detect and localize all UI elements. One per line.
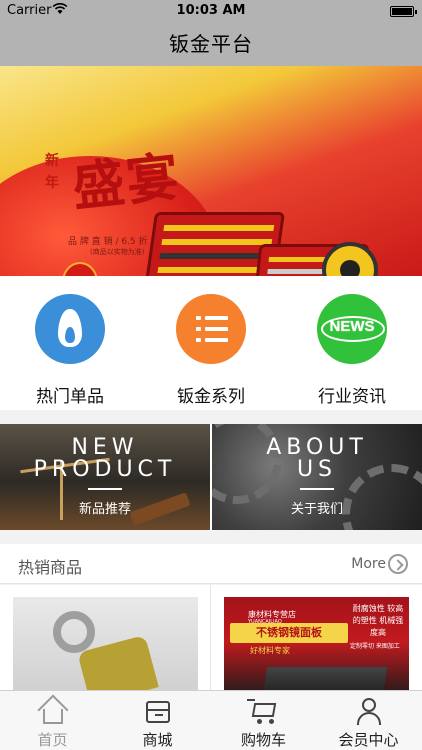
product-features: 耐腐蚀性 较高的塑性 机械强度高 xyxy=(352,604,404,637)
promo-title-line2: PRODUCT xyxy=(33,457,177,482)
nav-bar: 钣金平台 xyxy=(0,22,422,66)
category-label: 热门单品 xyxy=(36,387,104,407)
promo-subtitle: 新品推荐 xyxy=(78,502,131,517)
tab-label: 购物车 xyxy=(240,731,286,749)
category-hot-items[interactable]: 热门单品 xyxy=(0,276,140,410)
tab-mall[interactable]: 商城 xyxy=(105,691,210,750)
banner-headline: 盛宴 xyxy=(69,146,184,219)
product-tags: 定制零切 来图加工 xyxy=(350,643,400,650)
promo-title-line2: US xyxy=(296,457,338,482)
clock: 10:03 AM xyxy=(176,3,246,18)
banner-subline-note: (商品以实物为准) xyxy=(90,248,145,256)
category-grid: 热门单品 钣金系列 NEWS 行业资讯 xyxy=(0,276,422,410)
page-title: 钣金平台 xyxy=(169,32,253,56)
promo-banner[interactable]: 新年 盛宴 品 牌 直 销 / 6.5 折 / 包 邮 (商品以实物为准) xyxy=(0,66,422,276)
status-bar: Carrier 10:03 AM xyxy=(0,0,422,22)
category-label: 行业资讯 xyxy=(318,387,386,407)
about-us-card[interactable]: ABOUT US 关于我们 xyxy=(212,424,422,530)
chevron-right-icon[interactable] xyxy=(388,554,408,574)
more-link[interactable]: More xyxy=(351,556,386,572)
product-slogan: 好材料专家 xyxy=(250,646,290,655)
cart-icon xyxy=(247,697,279,725)
new-product-card[interactable]: NEW PRODUCT 新品推荐 xyxy=(0,424,210,530)
tab-cart[interactable]: 购物车 xyxy=(211,691,316,750)
product-card[interactable]: 康材料专营店 YUANCAILIAO 不锈钢镜面板 好材料专家 耐腐蚀性 较高的… xyxy=(224,597,409,690)
tab-label: 商城 xyxy=(142,731,173,749)
banner-seal: 新年 xyxy=(45,153,59,191)
divider xyxy=(210,585,211,690)
category-sheet-metal-series[interactable]: 钣金系列 xyxy=(141,276,281,410)
promo-divider xyxy=(88,488,122,490)
tab-bar: 首页 商城 购物车 会员中心 xyxy=(0,690,422,750)
product-grid: 康材料专营店 YUANCAILIAO 不锈钢镜面板 好材料专家 耐腐蚀性 较高的… xyxy=(0,585,422,690)
product-card[interactable] xyxy=(13,597,198,690)
category-label: 钣金系列 xyxy=(177,387,245,407)
user-icon xyxy=(354,697,384,725)
flame-icon xyxy=(35,294,105,364)
section-title: 热销商品 xyxy=(18,558,83,577)
tab-label: 会员中心 xyxy=(338,731,399,749)
promo-divider xyxy=(300,488,334,490)
list-icon xyxy=(176,294,246,364)
hot-products-header: 热销商品 More xyxy=(0,544,422,584)
tab-label: 首页 xyxy=(37,731,68,749)
news-icon: NEWS xyxy=(317,294,387,364)
tab-home[interactable]: 首页 xyxy=(0,691,105,750)
news-badge: NEWS xyxy=(321,316,385,342)
clamp-image xyxy=(53,611,95,653)
tab-member-center[interactable]: 会员中心 xyxy=(316,691,421,750)
product-banner: 不锈钢镜面板 xyxy=(230,623,348,643)
category-industry-news[interactable]: NEWS 行业资讯 xyxy=(282,276,422,410)
shop-icon xyxy=(143,697,173,725)
promo-cards: NEW PRODUCT 新品推荐 ABOUT US 关于我们 xyxy=(0,424,422,530)
home-icon xyxy=(37,694,69,726)
battery-icon xyxy=(390,6,417,17)
promo-subtitle: 关于我们 xyxy=(290,502,343,517)
steel-plate-image xyxy=(260,667,388,690)
